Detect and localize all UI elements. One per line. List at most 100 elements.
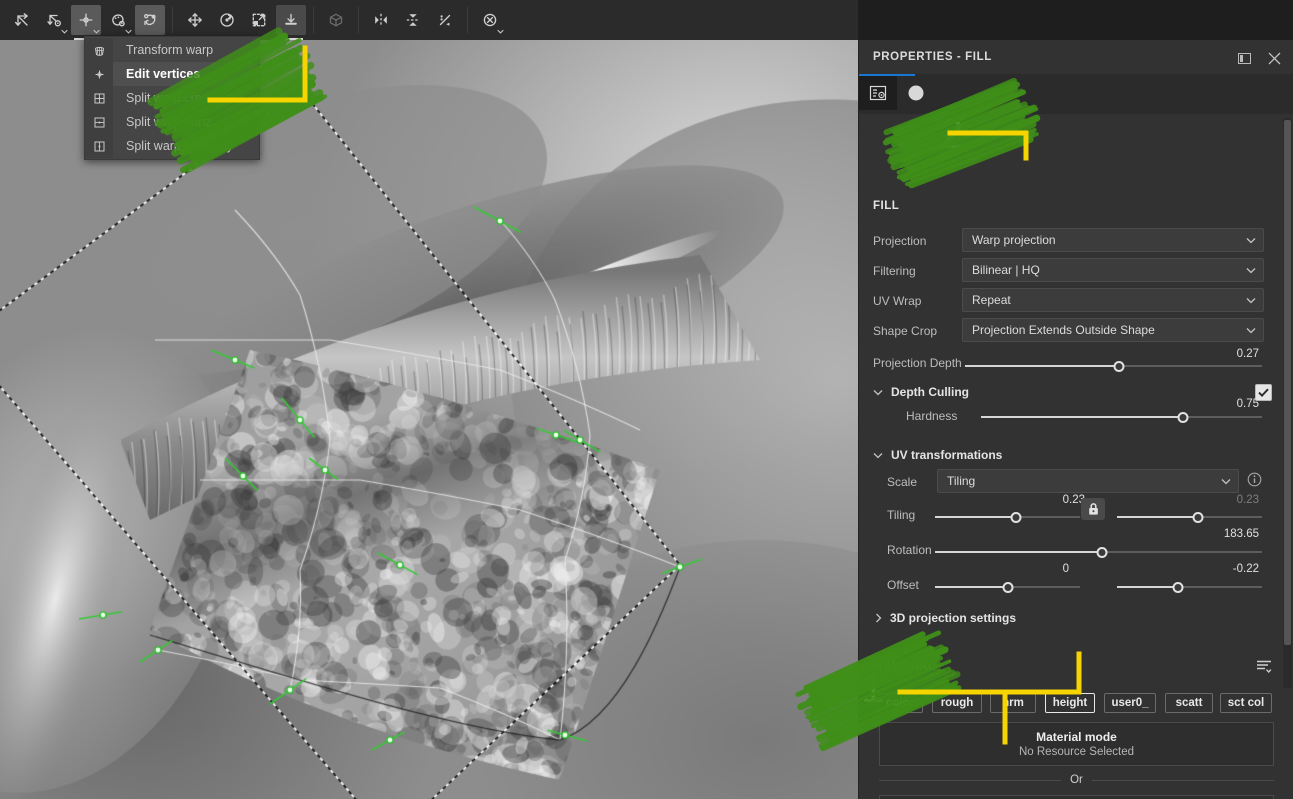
split-vertical-icon — [85, 134, 113, 158]
dock-layout-button[interactable] — [1234, 48, 1254, 68]
slider-handle[interactable] — [1177, 411, 1189, 423]
annotation-label-2: 2 — [940, 110, 964, 157]
scale-marquee-icon — [252, 13, 266, 27]
material-mode-dropzone[interactable]: Material mode No Resource Selected — [879, 722, 1274, 766]
slider-handle[interactable] — [1010, 511, 1022, 523]
offset-y-slider[interactable] — [1117, 580, 1262, 594]
material-channel-label: sct col — [1227, 697, 1265, 709]
transform-settings-tool[interactable] — [39, 5, 69, 35]
material-channel-sct-col[interactable]: sct col — [1220, 693, 1272, 713]
list-options-icon — [1257, 660, 1272, 673]
material-resource-card[interactable]: Height Lips_bottom — [879, 795, 1274, 799]
symmetry-tool[interactable] — [430, 5, 460, 35]
rotate-tool[interactable] — [212, 5, 242, 35]
split-horizontal-icon — [85, 110, 113, 134]
slider-fill — [965, 365, 1119, 367]
rotation-slider[interactable] — [935, 545, 1262, 559]
material-channel-height[interactable]: height — [1045, 693, 1095, 713]
scale-tool[interactable] — [244, 5, 274, 35]
3d-view-tool — [321, 5, 351, 35]
toolbar-separator — [172, 7, 173, 33]
tiling-lock-button[interactable] — [1081, 498, 1105, 520]
properties-list-icon — [869, 85, 887, 101]
menu-item-transform-warp[interactable]: Transform warp — [85, 38, 259, 62]
material-channel-label: user0_ — [1111, 697, 1149, 709]
reset-transform-tool[interactable] — [475, 5, 505, 35]
paint-settings-tool[interactable] — [103, 5, 133, 35]
panel-scrollbar-thumb[interactable] — [1284, 120, 1291, 645]
move-tool[interactable] — [180, 5, 210, 35]
material-mode-subtitle: No Resource Selected — [1018, 746, 1135, 758]
slider-handle[interactable] — [1113, 360, 1125, 372]
material-channel-label: height — [1052, 697, 1088, 709]
menu-item-split-warp-cros[interactable]: Split warp cros — [85, 86, 259, 110]
warp-grid-icon — [85, 38, 113, 62]
slider-handle[interactable] — [1002, 581, 1014, 593]
material-mode-title: Material mode — [1036, 730, 1117, 744]
edit-vertices-tool[interactable] — [71, 5, 101, 40]
material-channel-label: nrm — [1002, 697, 1024, 709]
split-cross-icon — [85, 86, 113, 110]
divider-line-left — [879, 779, 1062, 781]
slider-handle[interactable] — [1096, 546, 1108, 558]
mirror-vertical-tool[interactable] — [398, 5, 428, 35]
material-channel-rough[interactable]: rough — [932, 693, 982, 713]
slider-handle[interactable] — [1192, 511, 1204, 523]
transform-tool[interactable] — [7, 5, 37, 35]
lasso-select-tool[interactable] — [135, 5, 165, 35]
slider-fill — [1117, 586, 1178, 588]
hardness-label: Hardness — [906, 409, 958, 423]
depth-culling-disclosure[interactable]: Depth Culling — [873, 385, 969, 399]
mirror-horizontal-tool[interactable] — [366, 5, 396, 35]
moon-shading-icon — [908, 85, 924, 101]
3d-projection-settings-disclosure[interactable]: 3D projection settings — [875, 611, 1016, 625]
download-arrow-icon — [285, 13, 297, 25]
menu-item-split-warp-horiz[interactable]: Split warp horiz — [85, 110, 259, 134]
application-window: Transform warp Edit vertices Split warp … — [0, 0, 1293, 799]
scale-info-icon[interactable] — [1247, 472, 1262, 492]
fill-section-title: FILL — [873, 200, 900, 212]
bake-tool[interactable] — [276, 5, 306, 40]
tiling-y-slider[interactable] — [1117, 510, 1262, 524]
slider-fill — [981, 416, 1183, 418]
projection-select[interactable]: Warp projection — [962, 228, 1264, 252]
uv-wrap-select[interactable]: Repeat — [962, 288, 1264, 312]
warp-tool-menu[interactable]: Transform warp Edit vertices Split warp … — [84, 36, 260, 160]
scale-select[interactable]: Tiling — [937, 469, 1239, 493]
chevron-down-icon — [1246, 298, 1256, 304]
close-panel-button[interactable] — [1264, 48, 1284, 68]
offset-x-value: 0 — [1062, 563, 1069, 575]
tab-properties[interactable] — [859, 76, 897, 110]
projection-depth-label: Projection Depth — [873, 356, 962, 370]
tab-effects[interactable] — [897, 76, 935, 110]
3d-projection-settings-label: 3D projection settings — [890, 611, 1017, 625]
menu-item-split-warp-vertically[interactable]: Split warp vertically — [85, 134, 259, 158]
material-channel-nrm[interactable]: nrm — [990, 693, 1036, 713]
tiling-x-slider[interactable] — [935, 510, 1080, 524]
material-channel-scatt[interactable]: scatt — [1165, 693, 1213, 713]
chevron-down-icon — [1221, 479, 1231, 485]
or-divider: Or — [879, 774, 1274, 786]
shape-crop-select[interactable]: Projection Extends Outside Shape — [962, 318, 1264, 342]
material-options-button[interactable] — [1256, 659, 1272, 679]
filtering-select[interactable]: Bilinear | HQ — [962, 258, 1264, 282]
panel-scrollbar[interactable] — [1283, 118, 1292, 688]
material-channel-user0-[interactable]: user0_ — [1104, 693, 1156, 713]
uv-transformations-disclosure[interactable]: UV transformations — [873, 448, 1002, 462]
lock-closed-icon — [1088, 503, 1098, 515]
slider-fill — [935, 551, 1102, 553]
chevron-right-icon — [876, 613, 882, 623]
menu-item-label: Split warp horiz — [126, 115, 212, 129]
shape-crop-select-value: Projection Extends Outside Shape — [972, 323, 1155, 337]
slider-handle[interactable] — [1172, 581, 1184, 593]
hardness-slider[interactable] — [981, 410, 1262, 424]
transform-gear-icon — [47, 14, 61, 27]
toolbar-separator — [358, 7, 359, 33]
chevron-down-icon — [1246, 238, 1256, 244]
vertex-crosshair-icon — [79, 13, 93, 27]
material-channel-label: scatt — [1175, 697, 1203, 709]
projection-depth-slider[interactable] — [965, 359, 1262, 373]
offset-x-slider[interactable] — [935, 580, 1080, 594]
menu-item-edit-vertices[interactable]: Edit vertices — [85, 62, 259, 86]
rotate-circle-icon — [220, 13, 234, 27]
